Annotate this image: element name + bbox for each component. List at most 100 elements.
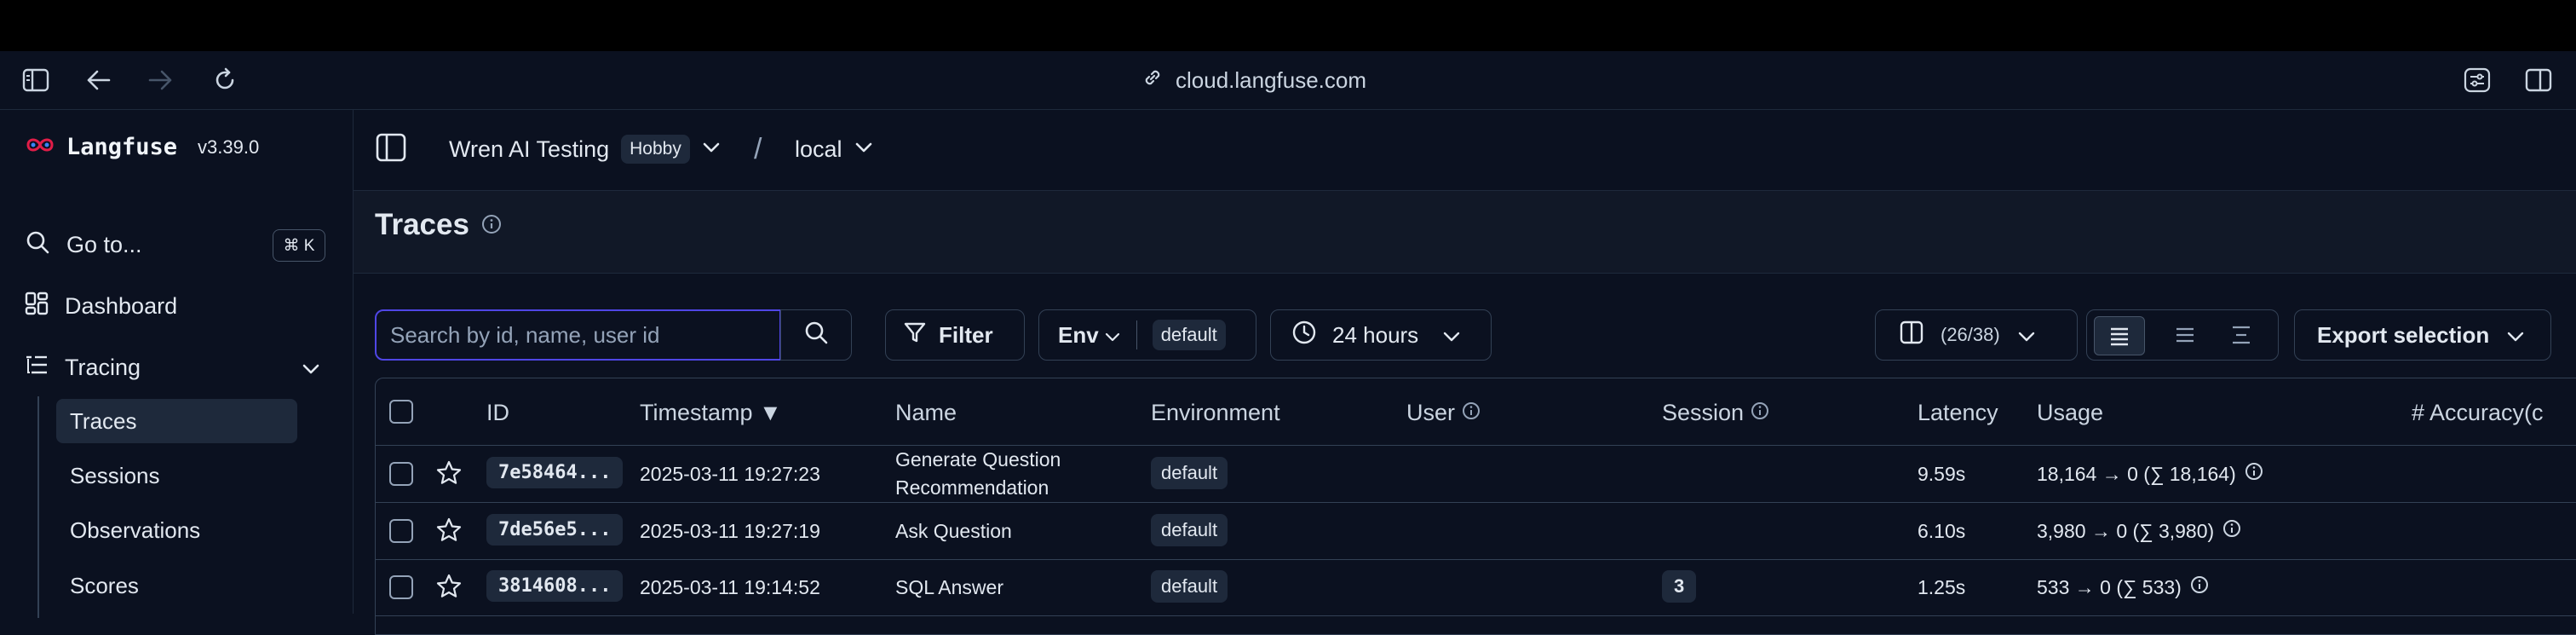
trace-timestamp: 2025-03-11 19:27:19: [640, 519, 820, 542]
project-name: Wren AI Testing: [449, 136, 610, 162]
trace-name-line2: Recommendation: [895, 476, 1049, 499]
chevron-down-icon: [702, 141, 721, 158]
table-header-row: ID Timestamp ▼ Name Environment User Ses…: [376, 378, 2576, 446]
info-icon[interactable]: [481, 208, 502, 242]
filter-funnel-icon: [903, 320, 927, 350]
chevron-down-icon: [1442, 322, 1461, 349]
info-icon[interactable]: [2222, 519, 2241, 543]
sidebar-item-tracing[interactable]: Tracing: [24, 348, 324, 387]
column-header-usage[interactable]: Usage: [2037, 395, 2103, 430]
forward-arrow-icon[interactable]: [145, 65, 175, 95]
sidebar-item-scores[interactable]: Scores: [56, 563, 297, 608]
column-header-user: User: [1406, 399, 1456, 425]
row-checkbox[interactable]: [389, 519, 413, 543]
columns-count: (26/38): [1941, 324, 2000, 345]
column-header-latency[interactable]: Latency: [1918, 395, 1998, 430]
reload-icon[interactable]: [210, 65, 240, 95]
goto-shortcut-badge: ⌘ K: [273, 229, 325, 262]
table-row[interactable]: 3814608... 2025-03-11 19:14:52 SQL Answe…: [376, 559, 2576, 616]
traces-table: ID Timestamp ▼ Name Environment User Ses…: [375, 378, 2576, 635]
env-value-badge: default: [1152, 320, 1226, 350]
trace-id[interactable]: 7de56e5...: [486, 514, 624, 546]
environment-badge: default: [1151, 514, 1228, 546]
environment-switcher[interactable]: local: [795, 132, 873, 166]
trace-latency: 6.10s: [1918, 519, 1966, 542]
search-icon: [24, 228, 51, 262]
trace-name-line1: Generate Question: [895, 448, 1061, 470]
trace-usage: 533 → 0 (∑ 533): [2037, 570, 2209, 604]
plan-badge: Hobby: [621, 135, 690, 164]
columns-button[interactable]: (26/38): [1875, 309, 2078, 361]
submenu-guide-line: [37, 396, 39, 618]
filter-label: Filter: [939, 321, 993, 348]
rows-expanded-icon: [2233, 326, 2250, 344]
info-icon[interactable]: [2190, 575, 2209, 599]
time-range-select[interactable]: 24 hours: [1270, 309, 1492, 361]
dashboard-label: Dashboard: [65, 292, 178, 319]
density-expanded-button[interactable]: [2217, 316, 2266, 354]
trace-usage: 3,980 → 0 (∑ 3,980): [2037, 514, 2241, 548]
sidebar-item-observations[interactable]: Observations: [56, 508, 297, 552]
info-icon[interactable]: [2245, 462, 2263, 486]
star-icon[interactable]: [435, 517, 463, 544]
sidebar-item-sessions[interactable]: Sessions: [56, 453, 297, 498]
column-header-user-group[interactable]: User: [1406, 395, 1481, 430]
chevron-down-icon: [302, 355, 320, 381]
environment-badge: default: [1151, 570, 1228, 603]
column-header-environment[interactable]: Environment: [1151, 395, 1280, 430]
sidebar-item-traces[interactable]: Traces: [56, 399, 297, 443]
window-top-bar: [0, 0, 2576, 51]
tracing-list-icon: [24, 352, 49, 384]
rows-compact-icon: [2111, 327, 2128, 346]
goto-label: Go to...: [66, 231, 142, 257]
columns-icon: [1900, 320, 1923, 350]
chevron-down-icon: [2506, 322, 2525, 349]
row-checkbox[interactable]: [389, 575, 413, 599]
link-icon: [1141, 66, 1164, 95]
search-field[interactable]: [375, 309, 781, 361]
column-header-accuracy[interactable]: # Accuracy(c: [2412, 395, 2544, 430]
star-icon[interactable]: [435, 459, 463, 487]
breadcrumb-separator: /: [754, 132, 762, 165]
column-header-id[interactable]: ID: [486, 395, 509, 430]
info-icon[interactable]: [1462, 400, 1481, 426]
select-all-checkbox[interactable]: [389, 400, 413, 424]
back-arrow-icon[interactable]: [83, 65, 114, 95]
panel-toggle-icon[interactable]: [376, 133, 406, 162]
environment-badge: default: [1151, 457, 1228, 489]
project-switcher[interactable]: Wren AI Testing Hobby: [449, 132, 721, 166]
sidebar-item-dashboard[interactable]: Dashboard: [24, 286, 177, 326]
split-view-icon[interactable]: [2523, 65, 2554, 95]
page-title: Traces: [375, 208, 469, 241]
density-medium-button[interactable]: [2160, 316, 2210, 354]
trace-id[interactable]: 7e58464...: [486, 457, 624, 488]
column-header-session-group[interactable]: Session: [1662, 395, 1769, 430]
extension-icon[interactable]: [2462, 65, 2493, 95]
session-badge[interactable]: 3: [1662, 570, 1697, 603]
address-bar[interactable]: cloud.langfuse.com: [1141, 66, 1366, 94]
export-selection-button[interactable]: Export selection: [2294, 309, 2551, 361]
page-title-bar: Traces: [354, 191, 2576, 274]
main-content: Wren AI Testing Hobby / local Traces Sea…: [354, 110, 2576, 635]
search-input[interactable]: [388, 320, 767, 349]
dashboard-grid-icon: [24, 291, 49, 322]
star-icon[interactable]: [435, 573, 463, 600]
trace-timestamp: 2025-03-11 19:27:23: [640, 462, 820, 485]
goto-search[interactable]: Go to...: [24, 225, 142, 264]
column-header-name[interactable]: Name: [895, 395, 957, 430]
brand[interactable]: Langfuse v3.39.0: [26, 134, 259, 160]
tracing-label: Tracing: [65, 354, 141, 380]
trace-id[interactable]: 3814608...: [486, 570, 624, 602]
sidebar-toggle-icon[interactable]: [20, 65, 51, 95]
info-icon[interactable]: [1751, 400, 1769, 426]
project-header: Wren AI Testing Hobby / local: [354, 110, 2576, 191]
table-row[interactable]: 7e58464... 2025-03-11 19:27:23 Generate …: [376, 446, 2576, 503]
column-header-timestamp[interactable]: Timestamp ▼: [640, 395, 782, 430]
env-filter[interactable]: Env default: [1038, 309, 1256, 361]
density-compact-button[interactable]: [2094, 316, 2145, 355]
search-button[interactable]: [780, 309, 852, 361]
table-row[interactable]: 7de56e5... 2025-03-11 19:27:19 Ask Quest…: [376, 503, 2576, 560]
trace-timestamp: 2025-03-11 19:14:52: [640, 575, 820, 598]
filter-button[interactable]: Filter: [885, 309, 1025, 361]
row-checkbox[interactable]: [389, 462, 413, 486]
